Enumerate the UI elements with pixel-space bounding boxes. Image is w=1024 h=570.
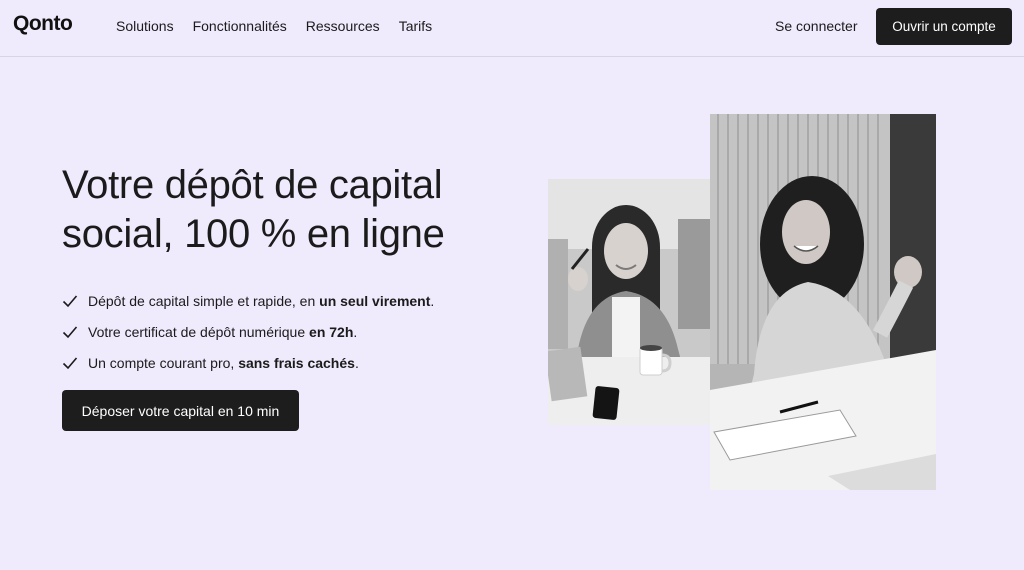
- deposit-capital-button[interactable]: Déposer votre capital en 10 min: [62, 390, 299, 431]
- photo-woman-laughing-image: [710, 114, 936, 490]
- check-icon: [62, 356, 78, 369]
- feature-item: Un compte courant pro, sans frais cachés…: [62, 347, 434, 378]
- feature-text: Un compte courant pro, sans frais cachés…: [88, 354, 359, 371]
- nav-tarifs[interactable]: Tarifs: [399, 18, 432, 34]
- feature-item: Dépôt de capital simple et rapide, en un…: [62, 285, 434, 316]
- login-link[interactable]: Se connecter: [775, 18, 858, 34]
- open-account-button[interactable]: Ouvrir un compte: [876, 8, 1012, 45]
- feature-list: Dépôt de capital simple et rapide, en un…: [62, 285, 434, 378]
- qonto-logo[interactable]: Qonto: [13, 12, 73, 36]
- feature-item: Votre certificat de dépôt numérique en 7…: [62, 316, 434, 347]
- nav-solutions[interactable]: Solutions: [116, 18, 174, 34]
- check-icon: [62, 294, 78, 307]
- main-nav: Solutions Fonctionnalités Ressources Tar…: [116, 18, 432, 34]
- photo-woman-desk: [548, 179, 711, 425]
- check-icon: [62, 325, 78, 338]
- nav-ressources[interactable]: Ressources: [306, 18, 380, 34]
- nav-fonctionnalites[interactable]: Fonctionnalités: [193, 18, 287, 34]
- hero-title: Votre dépôt de capital social, 100 % en …: [62, 163, 445, 256]
- feature-text: Votre certificat de dépôt numérique en 7…: [88, 323, 358, 340]
- photo-woman-laughing: [710, 114, 936, 490]
- feature-text: Dépôt de capital simple et rapide, en un…: [88, 292, 435, 309]
- top-navigation: Qonto Solutions Fonctionnalités Ressourc…: [0, 0, 1024, 57]
- photo-woman-desk-image: [548, 179, 711, 425]
